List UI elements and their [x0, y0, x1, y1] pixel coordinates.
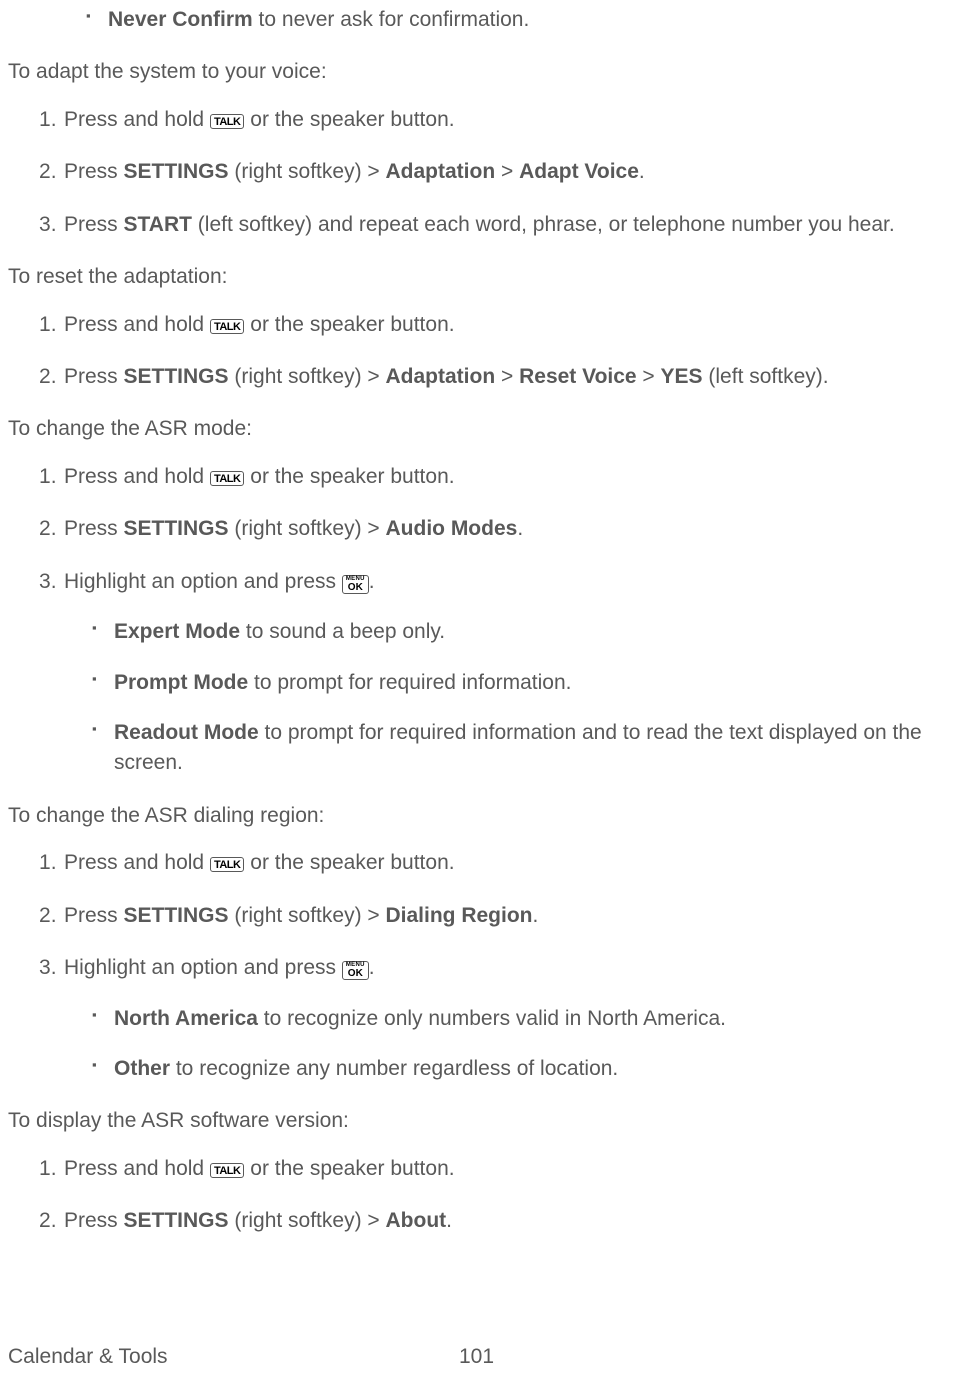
- bullet-rest: to never ask for confirmation.: [253, 8, 530, 31]
- section-intro: To adapt the system to your voice:: [8, 57, 945, 86]
- numbered-step: Press SETTINGS (right softkey) > Dialing…: [64, 901, 945, 931]
- bold-text: Adaptation: [386, 160, 496, 183]
- bold-text: Audio Modes: [386, 517, 518, 540]
- bold-text: SETTINGS: [124, 904, 229, 927]
- bold-text: START: [124, 213, 192, 236]
- bullet-bold: Never Confirm: [108, 8, 253, 31]
- bold-text: Prompt Mode: [114, 671, 248, 694]
- bold-text: Expert Mode: [114, 620, 240, 643]
- document-page: Never Confirm to never ask for confirmat…: [0, 0, 953, 1237]
- sub-bullet-item: Prompt Mode to prompt for required infor…: [114, 668, 945, 698]
- bold-text: Reset Voice: [519, 365, 637, 388]
- numbered-step: Press and hold TALK or the speaker butto…: [64, 105, 945, 135]
- bold-text: Readout Mode: [114, 721, 259, 744]
- talk-key-icon: TALK: [210, 1163, 245, 1178]
- numbered-list: Press and hold TALK or the speaker butto…: [8, 1154, 945, 1237]
- menu-ok-key-icon: MENUOK: [342, 575, 369, 594]
- sub-bullet-item: Readout Mode to prompt for required info…: [114, 718, 945, 779]
- footer-section-name: Calendar & Tools: [8, 1345, 168, 1369]
- bullet-item: Never Confirm to never ask for confirmat…: [108, 5, 945, 35]
- bold-text: About: [386, 1209, 447, 1232]
- section-intro: To change the ASR mode:: [8, 414, 945, 443]
- numbered-step: Press and hold TALK or the speaker butto…: [64, 462, 945, 492]
- numbered-step: Press and hold TALK or the speaker butto…: [64, 1154, 945, 1184]
- numbered-step: Highlight an option and press MENUOK.Exp…: [64, 567, 945, 779]
- numbered-list: Press and hold TALK or the speaker butto…: [8, 310, 945, 393]
- bold-text: North America: [114, 1007, 258, 1030]
- bold-text: Dialing Region: [386, 904, 533, 927]
- numbered-step: Highlight an option and press MENUOK.Nor…: [64, 953, 945, 1084]
- numbered-step: Press SETTINGS (right softkey) > About.: [64, 1206, 945, 1236]
- numbered-step: Press and hold TALK or the speaker butto…: [64, 310, 945, 340]
- bold-text: SETTINGS: [124, 160, 229, 183]
- section-intro: To reset the adaptation:: [8, 262, 945, 291]
- menu-ok-key-icon: MENUOK: [342, 961, 369, 980]
- sub-bullet-item: Other to recognize any number regardless…: [114, 1054, 945, 1084]
- numbered-step: Press SETTINGS (right softkey) > Adaptat…: [64, 362, 945, 392]
- numbered-step: Press START (left softkey) and repeat ea…: [64, 210, 945, 240]
- talk-key-icon: TALK: [210, 319, 245, 334]
- footer-page-number: 101: [459, 1345, 494, 1369]
- talk-key-icon: TALK: [210, 114, 245, 129]
- numbered-list: Press and hold TALK or the speaker butto…: [8, 848, 945, 1084]
- section-intro: To change the ASR dialing region:: [8, 801, 945, 830]
- top-bullet-list: Never Confirm to never ask for confirmat…: [8, 5, 945, 35]
- bold-text: Adapt Voice: [519, 160, 639, 183]
- numbered-step: Press SETTINGS (right softkey) > Adaptat…: [64, 157, 945, 187]
- bold-text: SETTINGS: [124, 1209, 229, 1232]
- bold-text: Other: [114, 1057, 170, 1080]
- bold-text: SETTINGS: [124, 517, 229, 540]
- sub-bullet-list: North America to recognize only numbers …: [64, 1004, 945, 1085]
- numbered-step: Press and hold TALK or the speaker butto…: [64, 848, 945, 878]
- sub-bullet-item: North America to recognize only numbers …: [114, 1004, 945, 1034]
- numbered-list: Press and hold TALK or the speaker butto…: [8, 462, 945, 779]
- numbered-step: Press SETTINGS (right softkey) > Audio M…: [64, 514, 945, 544]
- sub-bullet-item: Expert Mode to sound a beep only.: [114, 617, 945, 647]
- section-intro: To display the ASR software version:: [8, 1106, 945, 1135]
- bold-text: SETTINGS: [124, 365, 229, 388]
- talk-key-icon: TALK: [210, 471, 245, 486]
- sub-bullet-list: Expert Mode to sound a beep only. Prompt …: [64, 617, 945, 779]
- sections-container: To adapt the system to your voice: Press …: [8, 57, 945, 1236]
- bold-text: Adaptation: [386, 365, 496, 388]
- talk-key-icon: TALK: [210, 857, 245, 872]
- bold-text: YES: [661, 365, 703, 388]
- page-footer: Calendar & Tools 101: [8, 1345, 945, 1369]
- numbered-list: Press and hold TALK or the speaker butto…: [8, 105, 945, 240]
